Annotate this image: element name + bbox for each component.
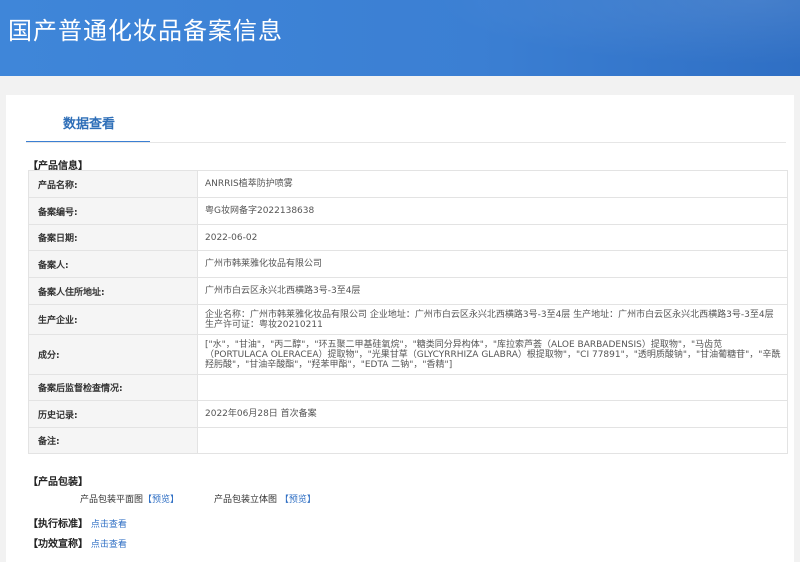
packaging-flat-row: 产品包装平面图【预览】 <box>80 492 179 505</box>
table-row: 生产企业: 企业名称：广州市韩莱雅化妆品有限公司 企业地址：广州市白云区永兴北西… <box>28 304 788 335</box>
tab-data-view[interactable]: 数据查看 <box>26 95 150 143</box>
row-label: 产品名称: <box>28 170 198 198</box>
packaging-section-label: 【产品包装】 <box>28 477 88 488</box>
table-row: 备案日期: 2022-06-02 <box>28 224 788 251</box>
efficacy-section-label: 【功效宣称】 <box>28 539 88 550</box>
table-row: 备案后监督检查情况: <box>28 374 788 401</box>
packaging-flat-label: 产品包装平面图 <box>80 495 144 505</box>
page-title: 国产普通化妆品备案信息 <box>8 17 283 45</box>
table-row: 产品名称: ANRRIS植萃防护喷雾 <box>28 170 788 198</box>
content-panel: 数据查看 【产品信息】 产品名称: ANRRIS植萃防护喷雾 备案编号: 粤G妆… <box>6 95 794 562</box>
product-info-table: 产品名称: ANRRIS植萃防护喷雾 备案编号: 粤G妆网备字202213863… <box>28 170 788 454</box>
row-value: ["水"，"甘油"，"丙二醇"，"环五聚二甲基硅氧烷"，"糖类同分异构体"，"库… <box>197 334 788 375</box>
row-label: 备注: <box>28 427 198 454</box>
tab-data-view-label: 数据查看 <box>63 117 116 132</box>
row-value: 2022年06月28日 首次备案 <box>197 400 788 428</box>
efficacy-row: 【功效宣称】 点击查看 <box>28 535 127 550</box>
table-row: 备注: <box>28 427 788 454</box>
packaging-solid-preview-link[interactable]: 【预览】 <box>280 495 316 505</box>
table-row: 备案人住所地址: 广州市白云区永兴北西横路3号-3至4层 <box>28 277 788 305</box>
row-label: 备案人: <box>28 250 198 278</box>
row-value: 广州市韩莱雅化妆品有限公司 <box>197 250 788 278</box>
table-row: 备案编号: 粤G妆网备字2022138638 <box>28 197 788 225</box>
row-value <box>197 374 788 401</box>
standard-section-label: 【执行标准】 <box>28 519 88 530</box>
row-label: 生产企业: <box>28 304 198 335</box>
standard-row: 【执行标准】 点击查看 <box>28 515 127 530</box>
row-label: 成分: <box>28 334 198 375</box>
packaging-solid-label: 产品包装立体图 <box>214 495 278 505</box>
tab-divider <box>26 142 786 143</box>
row-value <box>197 427 788 454</box>
row-label: 历史记录: <box>28 400 198 428</box>
row-value: 粤G妆网备字2022138638 <box>197 197 788 225</box>
row-value: 广州市白云区永兴北西横路3号-3至4层 <box>197 277 788 305</box>
row-value: 企业名称：广州市韩莱雅化妆品有限公司 企业地址：广州市白云区永兴北西横路3号-3… <box>197 304 788 335</box>
packaging-flat-preview-link[interactable]: 【预览】 <box>143 495 179 505</box>
row-label: 备案人住所地址: <box>28 277 198 305</box>
table-row: 备案人: 广州市韩莱雅化妆品有限公司 <box>28 250 788 278</box>
standard-view-link[interactable]: 点击查看 <box>91 520 127 530</box>
packaging-solid-row: 产品包装立体图 【预览】 <box>214 492 316 505</box>
row-value: ANRRIS植萃防护喷雾 <box>197 170 788 198</box>
row-label: 备案后监督检查情况: <box>28 374 198 401</box>
row-label: 备案日期: <box>28 224 198 251</box>
table-row: 成分: ["水"，"甘油"，"丙二醇"，"环五聚二甲基硅氧烷"，"糖类同分异构体… <box>28 334 788 375</box>
table-row: 历史记录: 2022年06月28日 首次备案 <box>28 400 788 428</box>
efficacy-view-link[interactable]: 点击查看 <box>91 540 127 550</box>
row-value: 2022-06-02 <box>197 224 788 251</box>
row-label: 备案编号: <box>28 197 198 225</box>
page-header: 国产普通化妆品备案信息 <box>0 0 800 76</box>
